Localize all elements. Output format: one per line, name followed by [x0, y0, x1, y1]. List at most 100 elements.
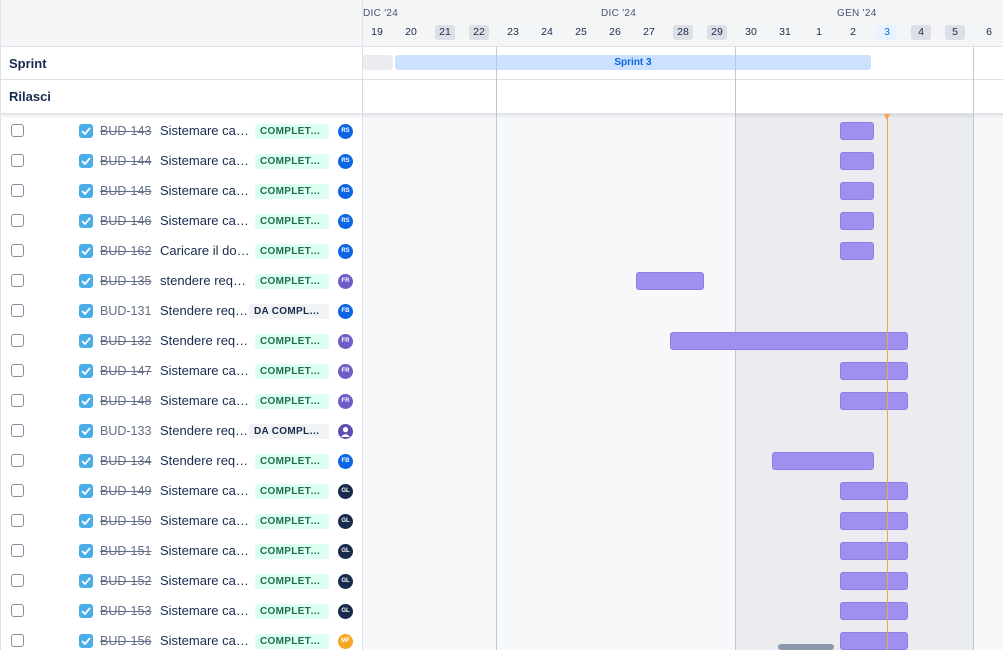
- issue-row[interactable]: BUD-144 Sistemare casi di test COMPLETATA R…: [1, 146, 362, 176]
- issue-bar[interactable]: [772, 452, 874, 470]
- assignee-avatar[interactable]: GL: [338, 484, 353, 499]
- issue-summary[interactable]: Sistemare casi di test: [160, 183, 250, 198]
- previous-sprint-bar[interactable]: [363, 55, 393, 70]
- issue-key[interactable]: BUD-132: [100, 334, 156, 348]
- issue-bar[interactable]: [840, 212, 874, 230]
- issue-summary[interactable]: Sistemare casi di test: [160, 363, 250, 378]
- status-badge[interactable]: COMPLETATA: [255, 274, 329, 289]
- issue-key[interactable]: BUD-148: [100, 394, 156, 408]
- row-select-checkbox[interactable]: [11, 484, 24, 497]
- issue-key[interactable]: BUD-152: [100, 574, 156, 588]
- issue-row[interactable]: BUD-143 Sistemare casi di test COMPLETATA R…: [1, 116, 362, 146]
- status-badge[interactable]: COMPLETATA: [255, 394, 329, 409]
- assignee-avatar[interactable]: RS: [338, 214, 353, 229]
- row-select-checkbox[interactable]: [11, 604, 24, 617]
- status-badge[interactable]: COMPLETATA: [255, 214, 329, 229]
- row-select-checkbox[interactable]: [11, 364, 24, 377]
- status-badge[interactable]: COMPLETATA: [255, 484, 329, 499]
- row-select-checkbox[interactable]: [11, 394, 24, 407]
- issue-bar[interactable]: [840, 242, 874, 260]
- issue-summary[interactable]: Sistemare casi di test: [160, 213, 250, 228]
- issue-key[interactable]: BUD-156: [100, 634, 156, 648]
- assignee-avatar[interactable]: FB: [338, 454, 353, 469]
- assignee-avatar[interactable]: RS: [338, 184, 353, 199]
- issue-row[interactable]: BUD-133 Stendere requisitiDA COMPLETARE: [1, 416, 362, 446]
- issue-summary[interactable]: Sistemare casi di test: [160, 603, 250, 618]
- assignee-avatar[interactable]: [338, 424, 353, 439]
- status-badge[interactable]: COMPLETATA: [255, 124, 329, 139]
- status-badge[interactable]: COMPLETATA: [255, 364, 329, 379]
- issue-bar[interactable]: [840, 572, 908, 590]
- issue-row[interactable]: BUD-156 Sistemare casi di test COMPLETATA M…: [1, 626, 362, 650]
- issue-key[interactable]: BUD-145: [100, 184, 156, 198]
- timeline-grid[interactable]: DIC '24 DIC '24 GEN '24 19 20 21 22 23 24 25 26 27…: [363, 0, 1003, 650]
- sprint-lane-label[interactable]: Sprint: [1, 47, 362, 80]
- issue-summary[interactable]: Sistemare casi di test: [160, 633, 250, 648]
- issue-key[interactable]: BUD-135: [100, 274, 156, 288]
- assignee-avatar[interactable]: FR: [338, 364, 353, 379]
- status-badge[interactable]: COMPLETATA: [255, 634, 329, 649]
- issue-summary[interactable]: Sistemare casi di test: [160, 153, 250, 168]
- status-badge[interactable]: DA COMPLETARE: [249, 304, 329, 319]
- issue-key[interactable]: BUD-131: [100, 304, 156, 318]
- issue-bar[interactable]: [840, 392, 908, 410]
- assignee-avatar[interactable]: RS: [338, 154, 353, 169]
- issue-summary[interactable]: Stendere requisiti: [160, 333, 250, 348]
- assignee-avatar[interactable]: FR: [338, 334, 353, 349]
- issue-key[interactable]: BUD-134: [100, 454, 156, 468]
- issue-row[interactable]: BUD-135 stendere requisiti COMPLETATA FR: [1, 266, 362, 296]
- status-badge[interactable]: DA COMPLETARE: [249, 424, 329, 439]
- issue-row[interactable]: BUD-151 Sistemare casi di test COMPLETATA G…: [1, 536, 362, 566]
- issue-bar[interactable]: [636, 272, 704, 290]
- status-badge[interactable]: COMPLETATA: [255, 514, 329, 529]
- issue-key[interactable]: BUD-151: [100, 544, 156, 558]
- assignee-avatar[interactable]: RS: [338, 124, 353, 139]
- issue-row[interactable]: BUD-153 Sistemare casi di test COMPLETATA G…: [1, 596, 362, 626]
- issue-bar[interactable]: [840, 362, 908, 380]
- row-select-checkbox[interactable]: [11, 304, 24, 317]
- status-badge[interactable]: COMPLETATA: [255, 604, 329, 619]
- horizontal-scrollbar[interactable]: [778, 644, 834, 650]
- status-badge[interactable]: COMPLETATA: [255, 184, 329, 199]
- issue-bar[interactable]: [840, 182, 874, 200]
- issue-row[interactable]: BUD-146 Sistemare casi di test COMPLETATA R…: [1, 206, 362, 236]
- issue-row[interactable]: BUD-134 Stendere requisiti COMPLETATA FB: [1, 446, 362, 476]
- issue-key[interactable]: BUD-133: [100, 424, 156, 438]
- row-select-checkbox[interactable]: [11, 634, 24, 647]
- row-select-checkbox[interactable]: [11, 184, 24, 197]
- row-select-checkbox[interactable]: [11, 424, 24, 437]
- row-select-checkbox[interactable]: [11, 334, 24, 347]
- status-badge[interactable]: COMPLETATA: [255, 544, 329, 559]
- issue-row[interactable]: BUD-162 Caricare il documento COMPLETATA RS: [1, 236, 362, 266]
- issue-summary[interactable]: Stendere requisiti: [160, 303, 250, 318]
- issue-bar[interactable]: [670, 332, 908, 350]
- issue-key[interactable]: BUD-146: [100, 214, 156, 228]
- issue-key[interactable]: BUD-144: [100, 154, 156, 168]
- issue-row[interactable]: BUD-145 Sistemare casi di test COMPLETATA R…: [1, 176, 362, 206]
- status-badge[interactable]: COMPLETATA: [255, 574, 329, 589]
- assignee-avatar[interactable]: GL: [338, 514, 353, 529]
- issue-row[interactable]: BUD-148 Sistemare casi di test COMPLETATA F…: [1, 386, 362, 416]
- sprint-3-bar[interactable]: Sprint 3: [395, 55, 871, 70]
- row-select-checkbox[interactable]: [11, 244, 24, 257]
- issue-row[interactable]: BUD-152 Sistemare casi di test COMPLETATA G…: [1, 566, 362, 596]
- issue-bar[interactable]: [840, 632, 908, 650]
- issue-bar[interactable]: [840, 122, 874, 140]
- assignee-avatar[interactable]: MF: [338, 634, 353, 649]
- issue-bar[interactable]: [840, 482, 908, 500]
- issue-bar[interactable]: [840, 602, 908, 620]
- issue-row[interactable]: BUD-131 Stendere requisitiDA COMPLETARE FB: [1, 296, 362, 326]
- issue-key[interactable]: BUD-143: [100, 124, 156, 138]
- assignee-avatar[interactable]: FR: [338, 274, 353, 289]
- issue-bar[interactable]: [840, 542, 908, 560]
- status-badge[interactable]: COMPLETATA: [255, 454, 329, 469]
- issue-bar[interactable]: [840, 152, 874, 170]
- status-badge[interactable]: COMPLETATA: [255, 244, 329, 259]
- row-select-checkbox[interactable]: [11, 274, 24, 287]
- issue-summary[interactable]: Stendere requisiti: [160, 423, 250, 438]
- assignee-avatar[interactable]: GL: [338, 574, 353, 589]
- assignee-avatar[interactable]: GL: [338, 544, 353, 559]
- row-select-checkbox[interactable]: [11, 154, 24, 167]
- issue-summary[interactable]: Sistemare casi di test: [160, 543, 250, 558]
- row-select-checkbox[interactable]: [11, 214, 24, 227]
